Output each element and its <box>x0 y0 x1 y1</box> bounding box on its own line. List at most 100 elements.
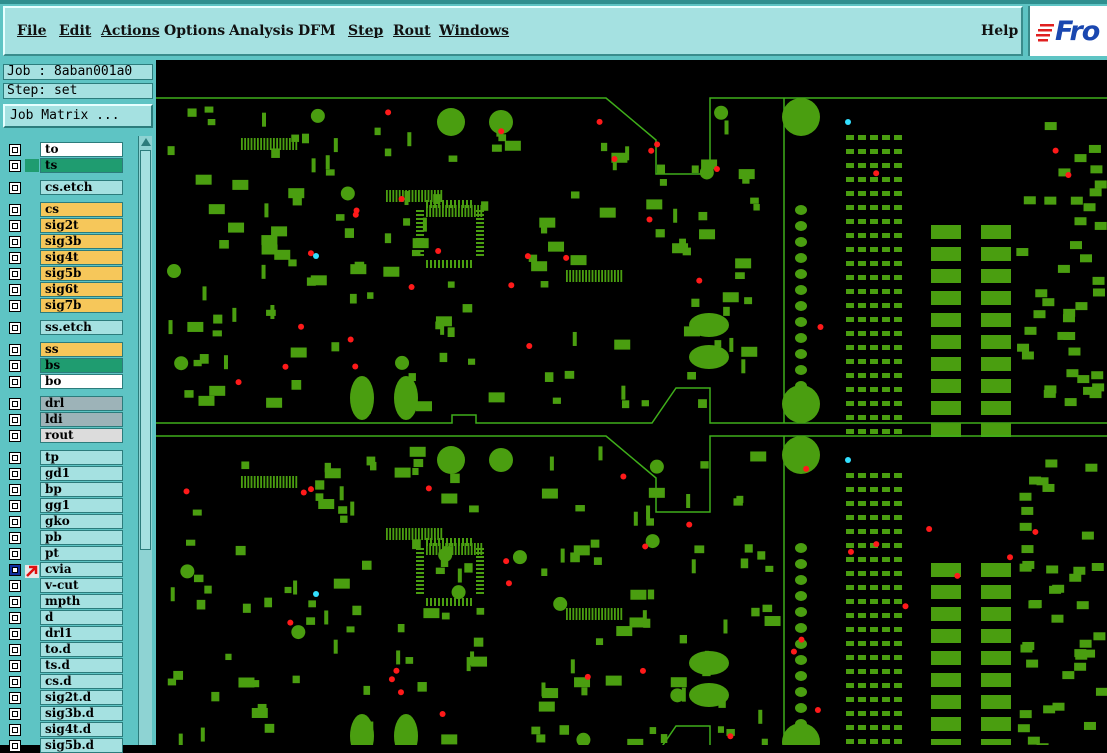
layer-display-indicator[interactable] <box>25 413 39 426</box>
layer-row[interactable]: sig4t <box>4 250 124 265</box>
layer-affected-checkbox[interactable] <box>9 500 21 512</box>
layer-name[interactable]: v-cut <box>40 578 123 593</box>
layer-row[interactable]: tp <box>4 450 124 465</box>
layer-name[interactable]: bo <box>40 374 123 389</box>
layer-name[interactable]: bp <box>40 482 123 497</box>
layer-affected-checkbox[interactable] <box>9 660 21 672</box>
layer-name[interactable]: bs <box>40 358 123 373</box>
menu-options[interactable]: Options <box>164 23 225 39</box>
layer-name[interactable]: ts <box>40 158 123 173</box>
layer-display-indicator[interactable] <box>25 219 39 232</box>
layer-display-indicator[interactable] <box>25 267 39 280</box>
layer-row[interactable]: ss <box>4 342 124 357</box>
layer-display-indicator[interactable] <box>25 659 39 672</box>
layer-name[interactable]: ss <box>40 342 123 357</box>
layer-row[interactable]: cs.d <box>4 674 124 689</box>
layer-display-indicator[interactable] <box>25 159 39 172</box>
layer-row[interactable]: drl <box>4 396 124 411</box>
layer-affected-checkbox[interactable] <box>9 204 21 216</box>
layer-affected-checkbox[interactable] <box>9 676 21 688</box>
layer-name[interactable]: sig5b.d <box>40 738 123 753</box>
layer-name[interactable]: cvia <box>40 562 123 577</box>
layer-row[interactable]: gko <box>4 514 124 529</box>
layer-affected-checkbox[interactable] <box>9 414 21 426</box>
layer-display-indicator[interactable] <box>25 299 39 312</box>
layer-name[interactable]: gko <box>40 514 123 529</box>
layer-row[interactable]: ldi <box>4 412 124 427</box>
layer-affected-checkbox[interactable] <box>9 182 21 194</box>
layer-row[interactable]: cs <box>4 202 124 217</box>
layer-affected-checkbox[interactable] <box>9 532 21 544</box>
layer-affected-checkbox[interactable] <box>9 236 21 248</box>
layer-display-indicator[interactable] <box>25 627 39 640</box>
layer-affected-checkbox[interactable] <box>9 252 21 264</box>
scroll-thumb[interactable] <box>140 150 151 550</box>
layer-name[interactable]: pt <box>40 546 123 561</box>
layer-display-indicator[interactable] <box>25 321 39 334</box>
layer-affected-checkbox[interactable] <box>9 430 21 442</box>
layer-display-indicator[interactable] <box>25 235 39 248</box>
layer-affected-checkbox[interactable] <box>9 580 21 592</box>
layer-row[interactable]: sig5b <box>4 266 124 281</box>
layer-row[interactable]: sig6t <box>4 282 124 297</box>
layer-row[interactable]: pb <box>4 530 124 545</box>
layer-affected-checkbox[interactable] <box>9 300 21 312</box>
layer-row[interactable]: bp <box>4 482 124 497</box>
layer-affected-checkbox[interactable] <box>9 398 21 410</box>
layer-display-indicator[interactable] <box>25 595 39 608</box>
layer-list-scrollbar[interactable] <box>138 136 152 745</box>
layer-affected-checkbox[interactable] <box>9 740 21 752</box>
layer-row[interactable]: cs.etch <box>4 180 124 195</box>
layer-row[interactable]: sig2t.d <box>4 690 124 705</box>
layer-affected-checkbox[interactable] <box>9 452 21 464</box>
layer-name[interactable]: sig6t <box>40 282 123 297</box>
layer-display-indicator[interactable] <box>25 375 39 388</box>
layer-affected-checkbox[interactable] <box>9 692 21 704</box>
layer-affected-checkbox[interactable] <box>9 644 21 656</box>
layer-name[interactable]: gg1 <box>40 498 123 513</box>
layer-affected-checkbox[interactable] <box>9 564 21 576</box>
layer-row[interactable]: rout <box>4 428 124 443</box>
layer-name[interactable]: sig5b <box>40 266 123 281</box>
pcb-layout-view[interactable] <box>156 60 1107 745</box>
layer-row[interactable]: sig4t.d <box>4 722 124 737</box>
layer-name[interactable]: ldi <box>40 412 123 427</box>
layer-display-indicator[interactable] <box>25 691 39 704</box>
layer-display-indicator[interactable] <box>25 723 39 736</box>
layer-affected-checkbox[interactable] <box>9 220 21 232</box>
layer-name[interactable]: ts.d <box>40 658 123 673</box>
layer-row[interactable]: sig3b <box>4 234 124 249</box>
menu-analysis[interactable]: Analysis <box>229 23 294 39</box>
layer-row[interactable]: sig7b <box>4 298 124 313</box>
layer-display-indicator[interactable] <box>25 359 39 372</box>
layer-display-indicator[interactable] <box>25 643 39 656</box>
layer-name[interactable]: cs <box>40 202 123 217</box>
layer-row[interactable]: d <box>4 610 124 625</box>
layer-name[interactable]: to <box>40 142 123 157</box>
layer-name[interactable]: sig4t.d <box>40 722 123 737</box>
menu-file[interactable]: File <box>17 23 46 39</box>
layer-affected-checkbox[interactable] <box>9 160 21 172</box>
layer-affected-checkbox[interactable] <box>9 344 21 356</box>
layer-display-indicator[interactable] <box>25 579 39 592</box>
layer-display-indicator[interactable] <box>25 451 39 464</box>
layer-row[interactable]: sig5b.d <box>4 738 124 753</box>
menu-help[interactable]: Help <box>981 23 1018 39</box>
layer-row[interactable]: sig2t <box>4 218 124 233</box>
layer-display-indicator[interactable] <box>25 483 39 496</box>
layer-row[interactable]: drl1 <box>4 626 124 641</box>
layer-display-indicator[interactable] <box>25 397 39 410</box>
layer-display-indicator[interactable] <box>25 499 39 512</box>
layer-row[interactable]: gd1 <box>4 466 124 481</box>
menu-dfm[interactable]: DFM <box>298 23 336 39</box>
layer-name[interactable]: sig4t <box>40 250 123 265</box>
menu-edit[interactable]: Edit <box>59 23 91 39</box>
layer-name[interactable]: rout <box>40 428 123 443</box>
layer-affected-checkbox[interactable] <box>9 144 21 156</box>
layer-row[interactable]: ss.etch <box>4 320 124 335</box>
layer-name[interactable]: d <box>40 610 123 625</box>
layer-row[interactable]: ts <box>4 158 124 173</box>
layer-name[interactable]: drl <box>40 396 123 411</box>
layer-display-indicator[interactable] <box>25 547 39 560</box>
layer-row[interactable]: to <box>4 142 124 157</box>
